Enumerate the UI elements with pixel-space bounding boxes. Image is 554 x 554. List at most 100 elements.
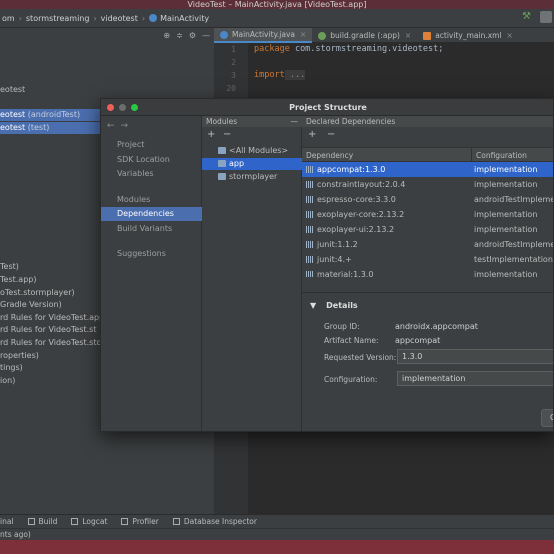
dependency-row[interactable]: junit:4.+ testImplementation — [302, 252, 553, 267]
library-icon — [306, 166, 314, 173]
project-toolbar: ⊕ ≑ ⚙ — — [134, 28, 214, 42]
nav-item-modules[interactable]: Modules — [101, 193, 202, 207]
dependency-config: implementation — [474, 165, 538, 174]
tree-item[interactable]: Test.app) — [0, 274, 36, 286]
breadcrumb-item[interactable]: om — [2, 14, 15, 23]
breadcrumb-item[interactable]: MainActivity — [149, 14, 209, 23]
module-item[interactable]: <All Modules> — [202, 145, 302, 157]
library-icon — [306, 211, 314, 218]
zoom-window-icon[interactable] — [131, 104, 138, 111]
tree-item[interactable]: rd Rules for VideoTest.sto — [0, 337, 101, 349]
module-item-app[interactable]: app — [202, 158, 302, 170]
crosshair-icon[interactable]: ⊕ — [163, 31, 170, 40]
tree-item[interactable]: roperties) — [0, 350, 39, 362]
logcat-tool-button[interactable]: Logcat — [71, 517, 107, 526]
run-config-icon[interactable] — [540, 11, 552, 23]
line-number: 2 — [231, 58, 236, 67]
breadcrumb-item[interactable]: videotest — [101, 14, 138, 23]
tab-label: MainActivity.java — [232, 30, 295, 39]
remove-module-icon[interactable]: − — [223, 130, 231, 140]
module-icon — [218, 160, 226, 167]
hammer-icon[interactable]: ⚒ — [522, 11, 534, 23]
dependency-row[interactable]: material:1.3.0 implementation — [302, 267, 553, 277]
tree-item-label: eotest — [0, 110, 26, 119]
nav-item-suggestions[interactable]: Suggestions — [101, 247, 202, 261]
ok-button[interactable]: C — [541, 409, 553, 427]
tree-item[interactable]: ion) — [0, 375, 15, 387]
tab-build-gradle[interactable]: build.gradle (:app) × — [312, 28, 417, 43]
tree-item[interactable]: rd Rules for VideoTest.st — [0, 324, 96, 336]
tree-item[interactable]: Gradle Version) — [0, 299, 62, 311]
terminal-tool-button[interactable]: inal — [0, 517, 14, 526]
structure-nav: ←→ Project SDK Location Variables Module… — [101, 116, 202, 431]
requested-version-field[interactable]: 1.3.0 — [397, 349, 553, 364]
nav-item-build-variants[interactable]: Build Variants — [101, 222, 202, 236]
module-label: stormplayer — [229, 172, 278, 181]
tool-label: Logcat — [82, 517, 108, 526]
column-header-dependency[interactable]: Dependency — [306, 148, 353, 163]
back-arrow-icon[interactable]: ← — [107, 121, 121, 131]
breadcrumb-item[interactable]: stormstreaming — [26, 14, 90, 23]
collapse-icon[interactable]: ≑ — [176, 31, 183, 40]
module-label: <All Modules> — [229, 146, 289, 155]
artifact-name-label: Artifact Name: — [324, 336, 379, 345]
add-module-icon[interactable]: + — [207, 130, 215, 140]
dependency-row[interactable]: constraintlayout:2.0.4 implementation — [302, 177, 553, 192]
minimize-icon[interactable]: — — [291, 116, 299, 127]
close-icon[interactable]: × — [405, 31, 411, 40]
artifact-name-value: appcompat — [395, 336, 441, 345]
dependency-row[interactable]: junit:1.1.2 androidTestImplemen — [302, 237, 554, 252]
tree-item[interactable]: Test) — [0, 261, 19, 273]
column-header-configuration[interactable]: Configuration — [471, 148, 527, 163]
build-tool-button[interactable]: Build — [27, 517, 57, 526]
tree-item[interactable]: tings) — [0, 362, 23, 374]
chevron-right-icon: › — [93, 13, 97, 23]
declared-dependencies-header: Declared Dependencies — [302, 116, 553, 127]
folder-icon — [218, 147, 226, 154]
gradle-icon — [318, 31, 327, 40]
tree-item[interactable]: oTest.stormplayer) — [0, 287, 75, 299]
group-id-label: Group ID: — [324, 322, 360, 331]
close-window-icon[interactable] — [107, 104, 114, 111]
dependency-name: junit:4.+ — [317, 255, 352, 264]
dependency-row[interactable]: espresso-core:3.3.0 androidTestImplemen — [302, 192, 553, 207]
tree-root[interactable]: eotest — [0, 84, 25, 96]
module-item-stormplayer[interactable]: stormplayer — [202, 171, 302, 183]
logcat-icon — [71, 518, 79, 525]
library-icon — [306, 256, 314, 263]
database-inspector-tool-button[interactable]: Database Inspector — [172, 517, 257, 526]
nav-item-project[interactable]: Project — [101, 138, 202, 152]
configuration-select[interactable]: implementation — [397, 371, 553, 386]
dependency-config: androidTestImplemen — [474, 240, 554, 249]
dependency-row[interactable]: exoplayer-ui:2.13.2 implementation — [302, 222, 553, 237]
tree-item[interactable]: rd Rules for VideoTest.app — [0, 312, 104, 324]
nav-item-dependencies[interactable]: Dependencies — [101, 207, 202, 221]
dependency-row[interactable]: appcompat:1.3.0 implementation — [302, 162, 553, 177]
dependencies-panel: Declared Dependencies + − Dependency Con… — [302, 116, 554, 431]
tree-item-label: eotest — [0, 123, 26, 132]
dialog-title: Project Structure — [289, 103, 367, 112]
profiler-tool-button[interactable]: Profiler — [121, 517, 159, 526]
folded-region[interactable]: ... — [284, 70, 306, 80]
tool-window-bar: inal Build Logcat Profiler Database Insp… — [0, 514, 554, 528]
profiler-icon — [121, 518, 129, 525]
tree-item-suffix: (test) — [27, 123, 50, 132]
keyword: package — [254, 44, 290, 54]
tab-activity-main[interactable]: activity_main.xml × — [417, 28, 519, 43]
details-header[interactable]: ▼ Details — [310, 301, 358, 310]
add-dependency-icon[interactable]: + — [308, 130, 316, 140]
minimize-icon[interactable]: — — [202, 31, 210, 40]
close-icon[interactable]: × — [300, 30, 306, 39]
forward-arrow-icon[interactable]: → — [121, 121, 135, 131]
nav-item-variables[interactable]: Variables — [101, 167, 202, 181]
dependency-name: exoplayer-ui:2.13.2 — [317, 225, 395, 234]
remove-dependency-icon[interactable]: − — [327, 130, 335, 140]
minimize-window-icon[interactable] — [119, 104, 126, 111]
dependency-row[interactable]: exoplayer-core:2.13.2 implementation — [302, 207, 553, 222]
close-icon[interactable]: × — [507, 31, 513, 40]
gear-icon[interactable]: ⚙ — [189, 31, 196, 40]
tab-mainactivity[interactable]: MainActivity.java × — [214, 28, 313, 43]
line-number: 20 — [226, 84, 236, 93]
dependency-config: implementation — [474, 210, 538, 219]
nav-item-sdk-location[interactable]: SDK Location — [101, 153, 202, 167]
